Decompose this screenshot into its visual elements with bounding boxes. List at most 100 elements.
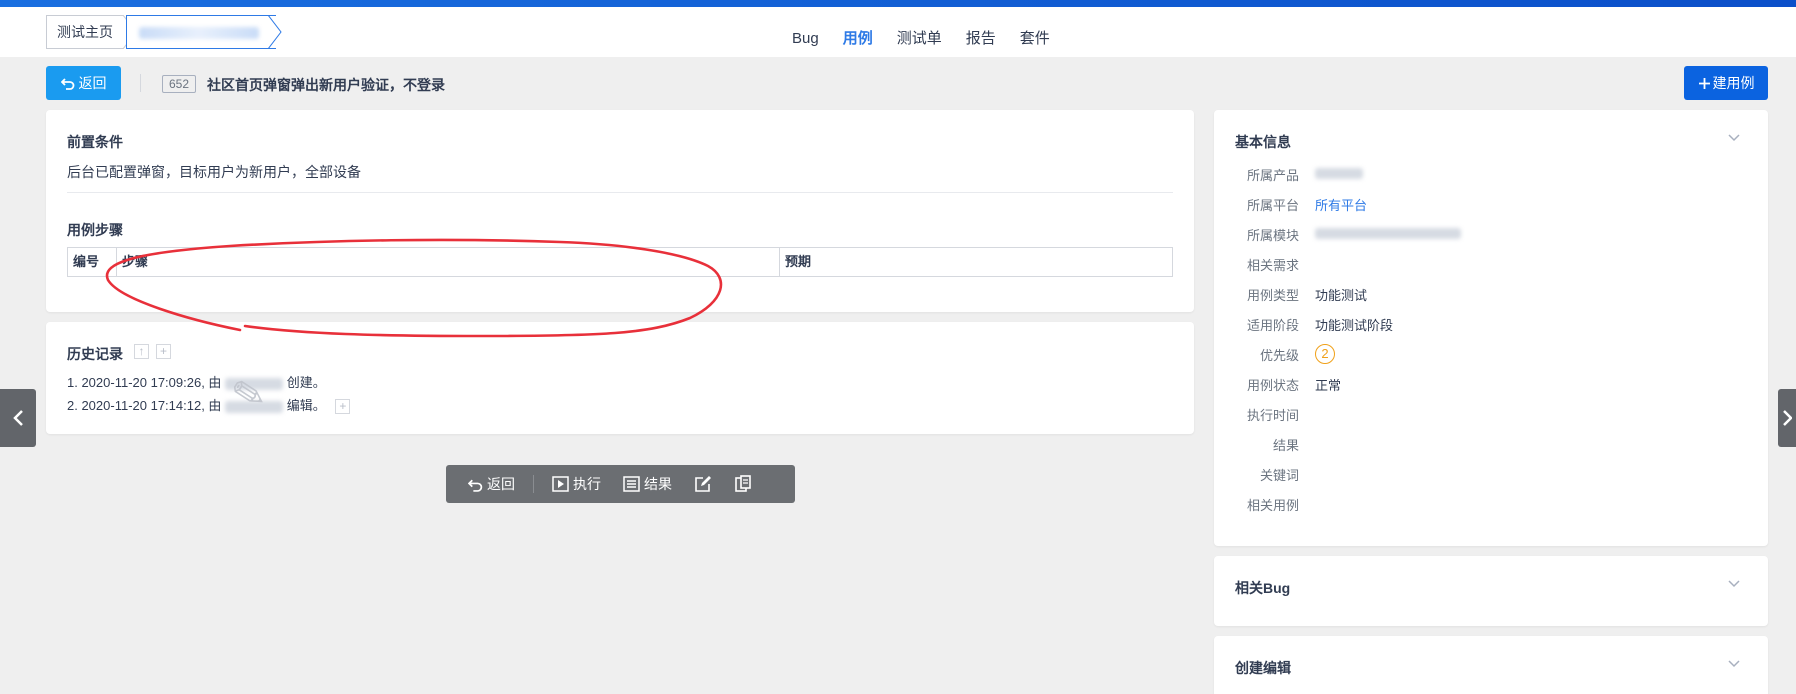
- chevron-down-icon[interactable]: [1728, 134, 1740, 142]
- info-label: 结果: [1272, 437, 1299, 453]
- info-label: 所属模块: [1246, 227, 1299, 243]
- top-accent-bar: [0, 0, 1796, 7]
- back-button-label: 返回: [78, 75, 107, 91]
- action-execute-label: 执行: [573, 476, 601, 492]
- chevron-down-icon[interactable]: [1728, 660, 1740, 668]
- undo-icon: [468, 479, 483, 492]
- info-label: 优先级: [1259, 347, 1299, 363]
- related-bug-title: 相关Bug: [1235, 580, 1291, 596]
- module-redacted: [1315, 227, 1461, 239]
- precondition-text: 后台已配置弹窗，目标用户为新用户，全部设备: [67, 164, 361, 180]
- info-value: 功能测试阶段: [1315, 317, 1394, 333]
- info-row-stage: 适用阶段 功能测试阶段: [1214, 314, 1393, 334]
- action-copy-button[interactable]: [734, 475, 752, 493]
- action-execute-button[interactable]: 执行: [552, 474, 601, 494]
- info-row-type: 用例类型 功能测试: [1214, 284, 1367, 304]
- steps-table: 编号 步骤 预期: [67, 247, 1173, 277]
- steps-col-number: 编号: [68, 248, 117, 276]
- related-bug-card: 相关Bug: [1214, 556, 1768, 626]
- copy-icon: [735, 475, 751, 492]
- history-entry-text: 1. 2020-11-20 17:09:26, 由: [67, 375, 222, 390]
- precondition-title: 前置条件: [67, 134, 123, 150]
- info-label: 所属平台: [1246, 197, 1299, 213]
- info-value: [1315, 227, 1461, 242]
- undo-icon: [60, 78, 74, 90]
- steps-title: 用例步骤: [67, 222, 123, 238]
- action-divider: [533, 475, 534, 493]
- action-result-button[interactable]: 结果: [623, 474, 672, 494]
- action-edit-button[interactable]: [694, 475, 712, 493]
- info-row-status: 用例状态 正常: [1214, 374, 1341, 394]
- info-label: 用例类型: [1246, 287, 1299, 303]
- case-toolbar: 返回 652 社区首页弹窗弹出新用户验证，不登录 建用例: [46, 66, 1768, 102]
- case-title: 社区首页弹窗弹出新用户验证，不登录: [207, 77, 445, 93]
- create-case-label: 建用例: [1712, 75, 1755, 91]
- next-case-button[interactable]: [1778, 389, 1796, 447]
- info-row-platform: 所属平台 所有平台: [1214, 194, 1367, 214]
- info-label: 相关需求: [1246, 257, 1299, 273]
- precondition-card: 前置条件 后台已配置弹窗，目标用户为新用户，全部设备 用例步骤 编号 步骤 预期: [46, 110, 1194, 312]
- header: 测试主页 Bug 用例 测试单 报告 套件: [0, 7, 1796, 57]
- plus-icon: [1698, 77, 1710, 89]
- platform-link[interactable]: 所有平台: [1315, 195, 1367, 214]
- info-label: 关键词: [1259, 467, 1299, 483]
- create-case-button[interactable]: 建用例: [1684, 66, 1768, 100]
- chevron-down-icon[interactable]: [1728, 580, 1740, 588]
- history-title: 历史记录: [67, 346, 123, 362]
- info-label: 用例状态: [1246, 377, 1299, 393]
- list-icon: [623, 476, 640, 492]
- info-value: 2: [1315, 344, 1335, 364]
- chevron-right-icon: [1783, 410, 1792, 426]
- back-button[interactable]: 返回: [46, 66, 121, 100]
- case-id-badge: 652: [162, 75, 197, 93]
- create-edit-card: 创建编辑: [1214, 636, 1768, 694]
- info-row-module: 所属模块: [1214, 224, 1461, 244]
- info-row-product: 所属产品: [1214, 164, 1363, 184]
- nav-suite[interactable]: 套件: [1008, 24, 1062, 54]
- history-entry-text: 2. 2020-11-20 17:14:12, 由: [67, 398, 222, 413]
- action-result-label: 结果: [644, 476, 672, 492]
- play-icon: [552, 476, 569, 492]
- info-value: 功能测试: [1315, 287, 1368, 303]
- chevron-left-icon: [13, 410, 23, 426]
- history-sort-icon[interactable]: ↑: [134, 344, 149, 359]
- breadcrumb-home[interactable]: 测试主页: [46, 15, 123, 49]
- info-label: 执行时间: [1246, 407, 1299, 423]
- action-bar: 返回 执行 结果: [446, 465, 795, 503]
- info-value: 正常: [1315, 377, 1342, 393]
- action-back-button[interactable]: 返回: [468, 474, 515, 494]
- steps-col-expect: 预期: [785, 254, 812, 269]
- history-entry: 1. 2020-11-20 17:09:26, 由 创建。: [67, 372, 326, 391]
- toolbar-divider: [140, 74, 141, 92]
- main-nav: Bug 用例 测试单 报告 套件: [780, 24, 1062, 54]
- nav-report[interactable]: 报告: [954, 24, 1008, 54]
- create-edit-title: 创建编辑: [1235, 660, 1291, 676]
- priority-badge: 2: [1315, 344, 1335, 364]
- info-row-story: 相关需求: [1214, 254, 1315, 274]
- nav-bug[interactable]: Bug: [780, 24, 831, 54]
- prev-case-button[interactable]: [0, 389, 36, 447]
- breadcrumb-redacted: [139, 27, 259, 39]
- section-divider: [67, 192, 1173, 193]
- info-label: 相关用例: [1246, 497, 1299, 513]
- product-redacted: [1315, 167, 1363, 179]
- action-back-label: 返回: [487, 476, 515, 492]
- info-label: 所属产品: [1246, 167, 1299, 183]
- history-expand-icon[interactable]: +: [156, 344, 171, 359]
- steps-col-step: 步骤: [117, 248, 780, 276]
- history-entry-action: 编辑。: [286, 398, 326, 413]
- history-entry: 2. 2020-11-20 17:14:12, 由 编辑。 +: [67, 395, 351, 415]
- history-card: 历史记录 ↑ + 1. 2020-11-20 17:09:26, 由 创建。 2…: [46, 322, 1194, 434]
- history-entry-action: 创建。: [286, 375, 326, 390]
- info-row-linked-cases: 相关用例: [1214, 494, 1315, 514]
- info-row-exec-time: 执行时间: [1214, 404, 1315, 424]
- info-row-keywords: 关键词: [1214, 464, 1315, 484]
- history-entry-expand-icon[interactable]: +: [335, 399, 351, 415]
- nav-testtask[interactable]: 测试单: [885, 24, 954, 54]
- basic-info-title: 基本信息: [1235, 134, 1291, 150]
- nav-case[interactable]: 用例: [831, 24, 885, 54]
- breadcrumb-current[interactable]: [126, 15, 276, 49]
- breadcrumb-current-tip-icon: [268, 15, 282, 49]
- info-label: 适用阶段: [1246, 317, 1299, 333]
- info-row-priority: 优先级 2: [1214, 344, 1335, 364]
